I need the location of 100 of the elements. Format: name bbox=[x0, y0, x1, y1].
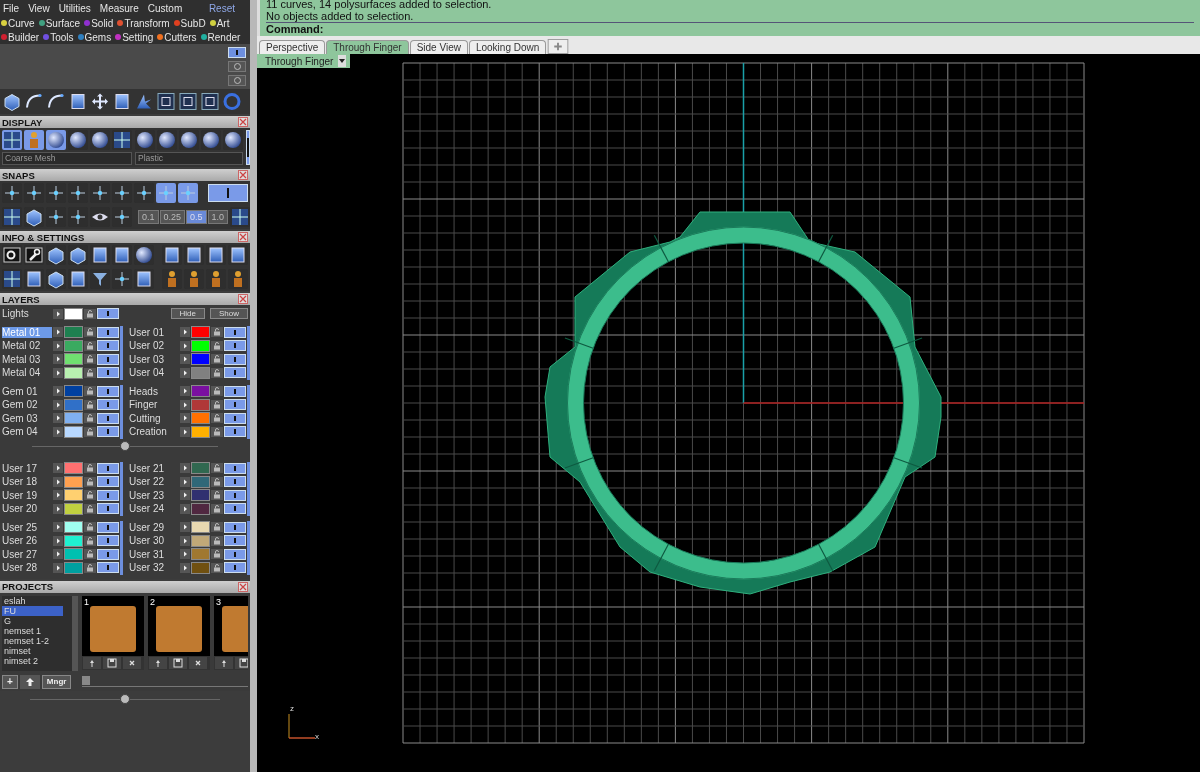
color-swatch[interactable] bbox=[64, 475, 83, 488]
layer-name[interactable]: User 26 bbox=[2, 535, 52, 547]
close-icon[interactable] bbox=[123, 656, 141, 669]
color-swatch[interactable] bbox=[64, 462, 83, 475]
lock-icon[interactable] bbox=[211, 426, 223, 437]
page-icon[interactable] bbox=[206, 245, 226, 265]
lock-icon[interactable] bbox=[211, 522, 223, 533]
visibility-toggle[interactable] bbox=[97, 399, 119, 411]
lock-icon[interactable] bbox=[211, 463, 223, 474]
color-swatch[interactable] bbox=[64, 339, 83, 352]
splitter-handle[interactable] bbox=[120, 694, 130, 704]
sphere-icon[interactable] bbox=[223, 130, 243, 150]
visibility-toggle[interactable] bbox=[224, 548, 246, 560]
play-icon[interactable] bbox=[53, 399, 63, 410]
folder-item[interactable]: nemset 1-2 bbox=[2, 635, 63, 646]
layer-name[interactable]: Gem 02 bbox=[2, 399, 52, 411]
visibility-toggle[interactable] bbox=[224, 326, 246, 338]
cube-icon[interactable] bbox=[68, 245, 88, 265]
category-tab[interactable]: Gems bbox=[77, 31, 112, 43]
color-swatch[interactable] bbox=[191, 353, 210, 366]
play-icon[interactable] bbox=[180, 463, 190, 474]
add-button[interactable]: + bbox=[2, 674, 18, 689]
visibility-toggle[interactable] bbox=[97, 462, 119, 474]
layer-name[interactable]: User 23 bbox=[129, 489, 179, 501]
visibility-toggle[interactable] bbox=[97, 326, 119, 338]
lock-icon[interactable] bbox=[84, 327, 96, 338]
menu-item[interactable]: File bbox=[3, 2, 20, 14]
grid-icon[interactable] bbox=[2, 207, 22, 227]
lock-icon[interactable] bbox=[84, 490, 96, 501]
layer-name[interactable]: User 04 bbox=[129, 367, 179, 379]
menu-item[interactable]: Utilities bbox=[58, 2, 91, 14]
play-icon[interactable] bbox=[53, 354, 63, 365]
lock-icon[interactable] bbox=[211, 562, 223, 573]
grid-icon[interactable] bbox=[112, 130, 132, 150]
color-swatch[interactable] bbox=[64, 521, 83, 534]
lock-icon[interactable] bbox=[211, 386, 223, 397]
page-icon[interactable] bbox=[24, 269, 44, 289]
viewport-tab[interactable]: Perspective bbox=[259, 40, 326, 54]
visibility-toggle[interactable] bbox=[97, 548, 119, 560]
color-swatch[interactable] bbox=[191, 561, 210, 574]
folder-item[interactable]: eslah bbox=[2, 595, 63, 606]
color-swatch[interactable] bbox=[64, 534, 83, 547]
play-icon[interactable] bbox=[180, 490, 190, 501]
visibility-toggle[interactable] bbox=[97, 353, 119, 365]
color-swatch[interactable] bbox=[191, 502, 210, 515]
play-icon[interactable] bbox=[53, 535, 63, 546]
color-swatch[interactable] bbox=[64, 398, 83, 411]
page-icon[interactable] bbox=[134, 269, 154, 289]
snap-step-button[interactable]: 0.25 bbox=[159, 210, 186, 224]
point-icon[interactable] bbox=[112, 269, 132, 289]
lock-icon[interactable] bbox=[84, 413, 96, 424]
play-icon[interactable] bbox=[53, 562, 63, 573]
save-icon[interactable] bbox=[103, 656, 121, 669]
project-thumbnail[interactable]: 2 bbox=[148, 595, 210, 670]
visibility-toggle[interactable] bbox=[224, 367, 246, 379]
color-swatch[interactable] bbox=[191, 385, 210, 398]
grid-icon[interactable] bbox=[2, 130, 22, 150]
material-dropdown[interactable]: Plastic bbox=[135, 152, 243, 165]
lock-icon[interactable] bbox=[84, 522, 96, 533]
visibility-toggle[interactable] bbox=[97, 340, 119, 352]
lock-icon[interactable] bbox=[84, 426, 96, 437]
play-icon[interactable] bbox=[53, 426, 63, 437]
layer-name[interactable]: User 20 bbox=[2, 503, 52, 515]
visibility-toggle[interactable] bbox=[224, 535, 246, 547]
folder-item[interactable]: G bbox=[2, 615, 63, 626]
visibility-toggle[interactable] bbox=[224, 353, 246, 365]
splitter-handle[interactable] bbox=[120, 441, 130, 451]
grid-icon[interactable] bbox=[230, 207, 250, 227]
point-icon[interactable] bbox=[112, 183, 132, 203]
play-icon[interactable] bbox=[180, 562, 190, 573]
menu-item[interactable]: Custom bbox=[147, 2, 183, 14]
color-swatch[interactable] bbox=[64, 548, 83, 561]
category-tab[interactable]: Builder bbox=[1, 31, 40, 43]
figure-icon[interactable] bbox=[184, 269, 204, 289]
visibility-toggle[interactable] bbox=[97, 426, 119, 438]
point-icon[interactable] bbox=[90, 183, 110, 203]
ring-drawing[interactable] bbox=[544, 211, 942, 595]
play-icon[interactable] bbox=[53, 549, 63, 560]
funnel-icon[interactable] bbox=[90, 269, 110, 289]
play-icon[interactable] bbox=[53, 367, 63, 378]
lock-icon[interactable] bbox=[211, 535, 223, 546]
visibility-toggle[interactable] bbox=[97, 308, 119, 320]
category-tab[interactable]: Transform bbox=[117, 17, 170, 29]
play-icon[interactable] bbox=[180, 386, 190, 397]
sphere-icon[interactable] bbox=[157, 130, 177, 150]
viewport-tab[interactable]: Side View bbox=[409, 40, 468, 54]
layer-name[interactable]: User 03 bbox=[129, 353, 179, 365]
visibility-toggle[interactable] bbox=[224, 385, 246, 397]
color-swatch[interactable] bbox=[64, 366, 83, 379]
arrows-icon[interactable] bbox=[90, 91, 110, 112]
play-icon[interactable] bbox=[180, 367, 190, 378]
cube-icon[interactable] bbox=[46, 269, 66, 289]
category-tab[interactable]: Setting bbox=[115, 31, 154, 43]
layer-name[interactable]: Gem 03 bbox=[2, 412, 52, 424]
point-icon[interactable] bbox=[112, 207, 132, 227]
layer-name[interactable]: Gem 04 bbox=[2, 426, 52, 438]
sphere-icon[interactable] bbox=[135, 130, 155, 150]
manager-button[interactable]: Mngr bbox=[41, 674, 72, 689]
layer-name[interactable]: User 28 bbox=[2, 562, 52, 574]
visibility-toggle[interactable] bbox=[224, 462, 246, 474]
